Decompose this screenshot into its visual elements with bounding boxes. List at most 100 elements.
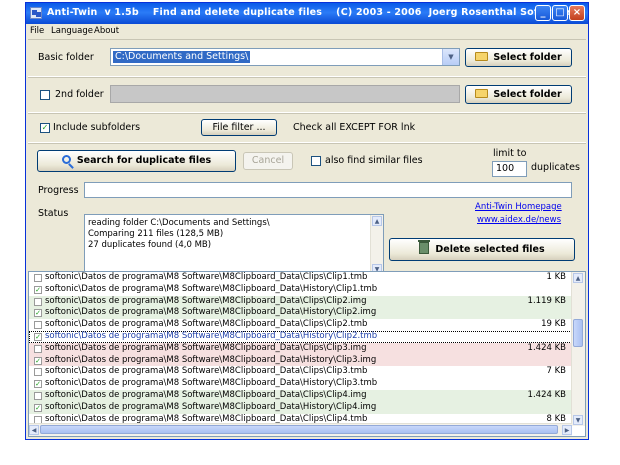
file-path: softonic\Datos de programa\M8 Software\M…	[45, 390, 367, 400]
file-size: 1.424 KB	[527, 342, 566, 353]
search-button-label: Search for duplicate files	[76, 155, 212, 166]
file-path: softonic\Datos de programa\M8 Software\M…	[45, 366, 368, 377]
delete-button-label: Delete selected files	[435, 244, 545, 255]
filter-description: Check all EXCEPT FOR lnk	[293, 122, 416, 133]
scroll-up-icon[interactable]: ▲	[573, 273, 583, 283]
minimize-button[interactable]: _	[535, 5, 551, 21]
file-path: softonic\Datos de programa\M8 Software\M…	[45, 319, 368, 330]
status-line: 27 duplicates found (4,0 MB)	[88, 240, 212, 250]
chevron-down-icon[interactable]: ▼	[442, 49, 459, 65]
file-row[interactable]: ✓ softonic\Datos de programa\M8 Software\…	[29, 284, 572, 296]
file-row-checkbox[interactable]	[34, 321, 42, 330]
duplicates-label: duplicates	[531, 162, 580, 173]
select-folder-label: Select folder	[493, 52, 562, 63]
menu-bar: File Language About	[26, 24, 588, 38]
select-second-folder-button[interactable]: Select folder	[465, 85, 572, 104]
file-row-checkbox[interactable]	[34, 392, 42, 400]
file-row[interactable]: softonic\Datos de programa\M8 Software\M…	[29, 342, 572, 355]
scroll-up-icon[interactable]: ▲	[372, 216, 382, 226]
file-size: 19 KB	[541, 319, 566, 330]
app-window: Anti-Twin v 1.5b Find and delete duplica…	[25, 2, 589, 440]
include-subfolders-checkbox[interactable]: ✓	[40, 123, 50, 133]
search-duplicates-button[interactable]: Search for duplicate files	[37, 150, 236, 172]
anti-twin-app-icon	[30, 7, 42, 19]
title-bar[interactable]: Anti-Twin v 1.5b Find and delete duplica…	[26, 3, 588, 24]
window-title: Anti-Twin v 1.5b Find and delete duplica…	[47, 7, 571, 18]
file-row[interactable]: ✓ softonic\Datos de programa\M8 Software\…	[29, 354, 572, 367]
progress-bar	[84, 182, 572, 198]
similar-files-label: also find similar files	[325, 155, 423, 166]
trash-icon	[418, 240, 431, 254]
file-row-checkbox[interactable]: ✓	[34, 403, 42, 412]
file-path: softonic\Datos de programa\M8 Software\M…	[45, 331, 378, 341]
status-line: Comparing 211 files (128,5 MB)	[88, 229, 224, 239]
file-path: softonic\Datos de programa\M8 Software\M…	[45, 283, 378, 294]
file-path: softonic\Datos de programa\M8 Software\M…	[45, 307, 377, 318]
file-row-checkbox[interactable]	[34, 297, 42, 306]
file-row-checkbox[interactable]: ✓	[34, 285, 42, 294]
limit-label: limit to	[493, 148, 527, 159]
file-row-checkbox[interactable]: ✓	[34, 380, 42, 389]
select-folder-label: Select folder	[493, 89, 562, 100]
duplicate-file-list: softonic\Datos de programa\M8 Software\M…	[28, 271, 586, 437]
file-path: softonic\Datos de programa\M8 Software\M…	[45, 378, 378, 389]
delete-selected-button[interactable]: Delete selected files	[389, 238, 575, 261]
second-folder-field[interactable]	[110, 85, 460, 103]
include-subfolders-label: Include subfolders	[53, 122, 141, 133]
maximize-button[interactable]: □	[552, 5, 568, 21]
file-row-checkbox[interactable]	[34, 344, 42, 353]
basic-folder-panel: Basic folder C:\Documents and Settings\ …	[28, 39, 586, 77]
file-row-checkbox[interactable]: ✓	[34, 356, 42, 365]
file-row[interactable]: softonic\Datos de programa\M8 Software\M…	[29, 390, 572, 402]
menu-language[interactable]: Language	[51, 26, 93, 36]
scroll-thumb[interactable]	[40, 425, 558, 434]
basic-folder-combo[interactable]: C:\Documents and Settings\ ▼	[110, 48, 460, 66]
file-path: softonic\Datos de programa\M8 Software\M…	[45, 272, 368, 282]
basic-folder-label: Basic folder	[38, 52, 94, 63]
file-size: 1.119 KB	[527, 295, 566, 306]
file-row-checkbox[interactable]	[34, 368, 42, 377]
file-size: 7 KB	[546, 366, 566, 377]
file-row[interactable]: softonic\Datos de programa\M8 Software\M…	[29, 272, 572, 284]
file-row-checkbox[interactable]: ✓	[34, 309, 42, 318]
file-row[interactable]: ✓ softonic\Datos de programa\M8 Software\…	[29, 331, 572, 343]
scroll-thumb[interactable]	[573, 319, 583, 347]
magnifier-icon	[61, 155, 71, 164]
limit-input[interactable]: 100	[492, 161, 527, 177]
menu-about[interactable]: About	[94, 26, 119, 36]
news-link[interactable]: www.aidex.de/news	[477, 215, 561, 225]
file-filter-button[interactable]: File filter ...	[201, 119, 277, 136]
scroll-right-icon[interactable]: ▶	[562, 425, 572, 435]
file-row[interactable]: ✓ softonic\Datos de programa\M8 Software\…	[29, 401, 572, 414]
file-row[interactable]: softonic\Datos de programa\M8 Software\M…	[29, 319, 572, 331]
file-list-hscrollbar[interactable]: ◀ ▶	[29, 423, 572, 436]
basic-folder-value: C:\Documents and Settings\	[113, 51, 251, 63]
second-folder-checkbox[interactable]	[40, 90, 50, 100]
file-row[interactable]: ✓ softonic\Datos de programa\M8 Software\…	[29, 378, 572, 390]
file-size: 1.424 KB	[527, 390, 566, 400]
scroll-down-icon[interactable]: ▼	[573, 415, 583, 425]
second-folder-label: 2nd folder	[55, 89, 104, 100]
select-basic-folder-button[interactable]: Select folder	[465, 48, 572, 67]
status-label: Status	[38, 208, 69, 219]
folder-icon	[475, 89, 489, 98]
status-scrollbar[interactable]: ▲ ▼	[370, 215, 383, 275]
file-row[interactable]: softonic\Datos de programa\M8 Software\M…	[29, 295, 572, 308]
status-line: reading folder C:\Documents and Settings…	[88, 218, 270, 228]
folder-icon	[475, 52, 489, 61]
file-path: softonic\Datos de programa\M8 Software\M…	[45, 401, 377, 412]
scroll-left-icon[interactable]: ◀	[29, 425, 39, 435]
file-row-checkbox[interactable]: ✓	[34, 333, 42, 341]
options-panel: ✓ Include subfolders File filter ... Che…	[28, 113, 586, 143]
file-row-checkbox[interactable]	[34, 274, 42, 282]
file-row[interactable]: softonic\Datos de programa\M8 Software\M…	[29, 366, 572, 378]
menu-file[interactable]: File	[30, 26, 44, 36]
cancel-button[interactable]: Cancel	[243, 152, 293, 170]
close-button[interactable]: ×	[569, 5, 585, 21]
file-row[interactable]: ✓ softonic\Datos de programa\M8 Software\…	[29, 307, 572, 320]
file-list-vscrollbar[interactable]: ▲ ▼	[571, 272, 585, 426]
status-log[interactable]: reading folder C:\Documents and Settings…	[84, 214, 384, 276]
file-path: softonic\Datos de programa\M8 Software\M…	[45, 354, 377, 365]
homepage-link[interactable]: Anti-Twin Homepage	[475, 202, 562, 212]
similar-files-checkbox[interactable]	[311, 156, 321, 166]
